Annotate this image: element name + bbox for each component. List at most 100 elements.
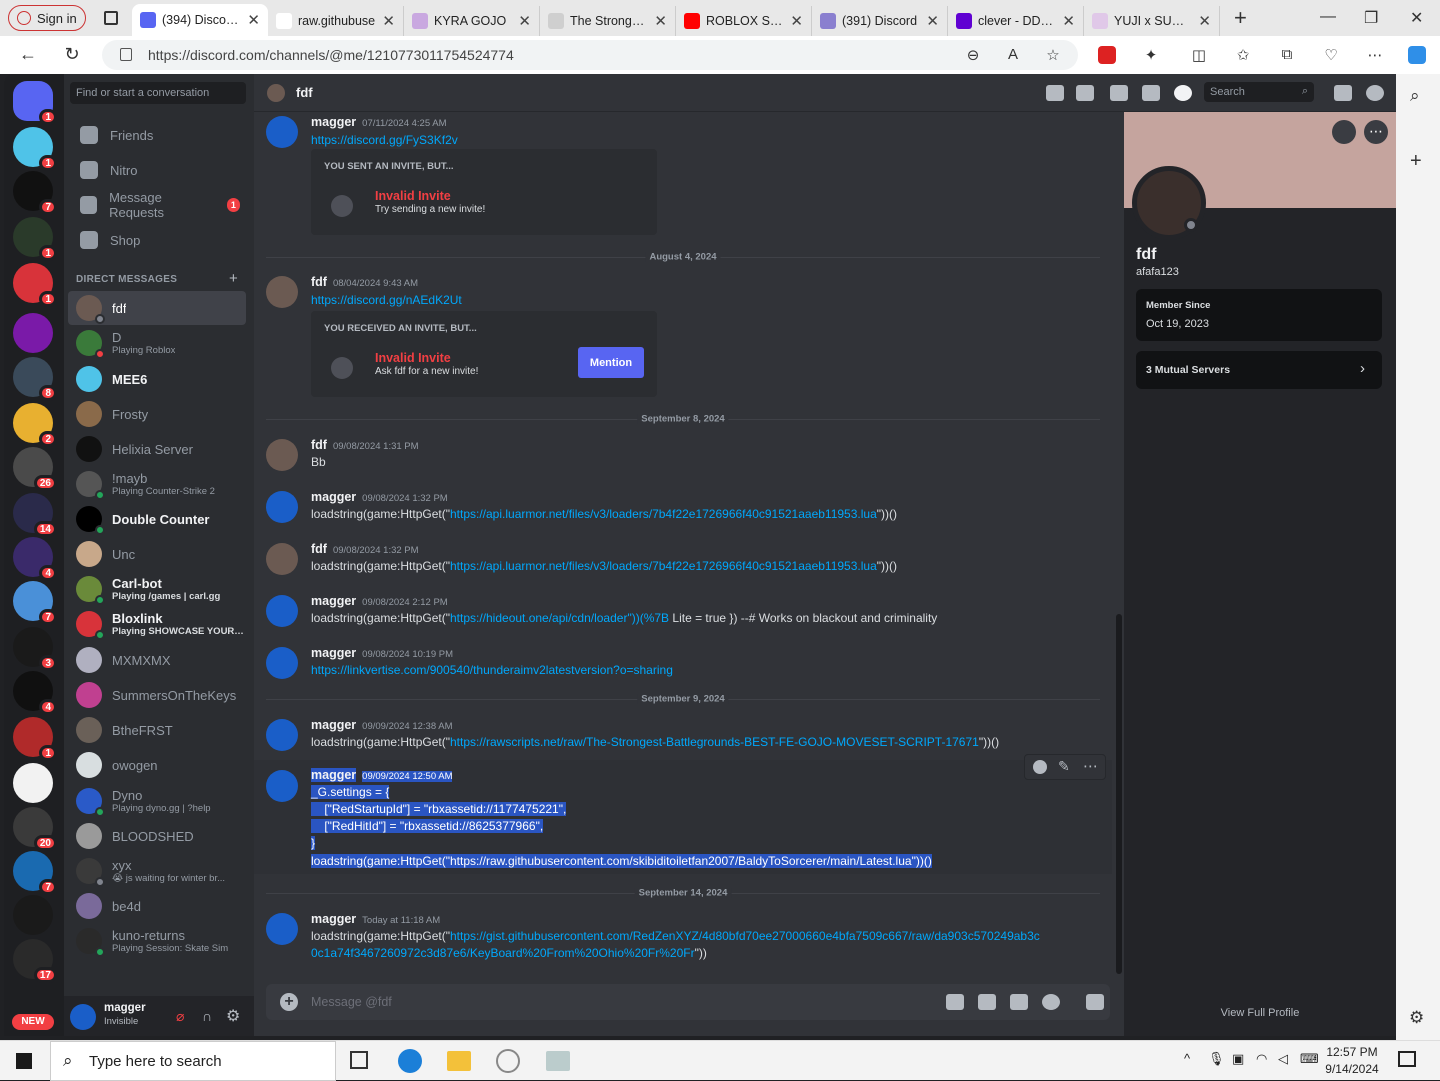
server-icon[interactable]: 1 (13, 717, 57, 761)
back-button[interactable]: ← (6, 44, 50, 65)
create-dm-icon[interactable]: + (229, 270, 238, 287)
app-taskbar-icon-2[interactable] (546, 1051, 570, 1071)
close-tab-icon[interactable]: ✕ (1198, 12, 1211, 30)
message-link[interactable]: https://linkvertise.com/900540/thunderai… (311, 663, 673, 677)
maximize-button[interactable]: ❐ (1364, 8, 1378, 28)
message-link[interactable]: %7B (644, 611, 669, 625)
profile-more-icon[interactable]: ⋯ (1364, 120, 1388, 144)
notifications-icon[interactable] (1398, 1051, 1416, 1067)
favorites-icon[interactable]: ✩ (1234, 46, 1252, 64)
emoji-icon[interactable] (1042, 994, 1060, 1010)
server-icon[interactable]: 1 (13, 263, 57, 307)
browser-tab[interactable]: The Strongest ✕ (540, 6, 676, 36)
add-friend-icon[interactable] (1332, 120, 1356, 144)
close-tab-icon[interactable]: ✕ (382, 12, 395, 30)
extension-icon[interactable] (1098, 46, 1116, 64)
server-icon[interactable]: 14 (13, 493, 57, 537)
dm-item[interactable]: fdf (68, 291, 246, 325)
task-view-icon[interactable] (350, 1051, 368, 1069)
clock-time[interactable]: 12:57 PM (1320, 1045, 1384, 1059)
author-avatar[interactable] (266, 719, 298, 751)
author-name[interactable]: magger (311, 768, 357, 782)
new-tab-button[interactable]: + (1234, 5, 1247, 31)
dm-item[interactable]: be4d (68, 889, 246, 923)
microphone-icon[interactable]: 🎙 (1208, 1051, 1225, 1067)
url-bar[interactable]: https://discord.com/channels/@me/1210773… (102, 40, 1078, 70)
close-tab-icon[interactable]: ✕ (518, 12, 531, 30)
server-icon[interactable]: 7 (13, 171, 57, 215)
volume-icon[interactable]: ◁ (1278, 1051, 1288, 1067)
browser-tab[interactable]: clever - DDC C ✕ (948, 6, 1084, 36)
extensions-puzzle-icon[interactable]: ✦ (1142, 46, 1160, 64)
user-profile-toggle-icon[interactable] (1174, 85, 1192, 101)
tray-chevron-icon[interactable]: ^ (1184, 1051, 1190, 1066)
close-tab-icon[interactable]: ✕ (1062, 12, 1075, 30)
dm-item[interactable]: xyx 😭 js waiting for winter br... (68, 854, 246, 888)
author-name[interactable]: fdf (311, 275, 327, 289)
close-tab-icon[interactable]: ✕ (654, 12, 667, 30)
add-friends-to-dm-icon[interactable] (1142, 85, 1160, 101)
direct-messages-home-icon[interactable]: 1 (13, 81, 57, 125)
dm-item[interactable]: Double Counter (68, 502, 246, 536)
dm-item[interactable]: Dyno Playing dyno.gg | ?help (68, 784, 246, 818)
user-settings-icon[interactable]: ⚙ (226, 1006, 242, 1025)
message-link[interactable]: 0c1a74f3467260972c3d87e6/KeyBoard%20From… (311, 946, 695, 960)
author-name[interactable]: fdf (311, 438, 327, 452)
help-icon[interactable] (1366, 85, 1384, 101)
sidebar-search-icon[interactable]: ⌕ (1410, 86, 1420, 106)
server-icon[interactable] (13, 895, 53, 935)
server-icon[interactable]: 26 (13, 447, 57, 491)
lock-icon[interactable] (120, 48, 132, 61)
message-link[interactable]: https://hideout.one/api/cdn/loader (450, 611, 627, 625)
sticker-icon[interactable] (1010, 994, 1028, 1010)
voice-call-icon[interactable] (1046, 85, 1064, 101)
taskbar-search-input[interactable]: ⌕ Type here to search (50, 1041, 336, 1081)
message-input[interactable]: Message @fdf (311, 995, 392, 1009)
author-avatar[interactable] (266, 116, 298, 148)
refresh-button[interactable]: ↻ (50, 44, 94, 65)
view-full-profile-link[interactable]: View Full Profile (1124, 1007, 1396, 1019)
author-avatar[interactable] (266, 913, 298, 945)
browser-tab[interactable]: (394) Discord | ✕ (132, 4, 268, 36)
author-avatar[interactable] (266, 595, 298, 627)
nav-friends[interactable]: Friends (72, 118, 246, 152)
chat-scrollbar[interactable] (1116, 614, 1122, 974)
ime-icon[interactable]: ⌨ (1300, 1051, 1319, 1067)
dm-item[interactable]: BtheFRST (68, 713, 246, 747)
collections-icon[interactable]: ⧉ (1278, 46, 1296, 64)
server-icon[interactable]: 17 (13, 939, 57, 983)
find-conversation-input[interactable]: Find or start a conversation (70, 82, 246, 104)
server-icon[interactable]: 4 (13, 537, 57, 581)
message-list[interactable]: magger 07/11/2024 4:25 AM https://discord… (254, 112, 1124, 982)
upload-plus-icon[interactable]: + (280, 993, 298, 1011)
server-icon[interactable]: 4 (13, 671, 57, 715)
windows-start-icon[interactable] (16, 1053, 32, 1069)
server-icon[interactable] (13, 763, 53, 803)
nav-nitro[interactable]: Nitro (72, 153, 246, 187)
message-link[interactable]: https://rawscripts.net/raw/The-Strongest… (450, 735, 979, 749)
dm-item[interactable]: MEE6 (68, 362, 246, 396)
pinned-messages-icon[interactable] (1110, 85, 1128, 101)
close-tab-icon[interactable]: ✕ (790, 12, 803, 30)
server-icon[interactable]: 8 (13, 357, 57, 401)
dm-item[interactable]: SummersOnTheKeys (68, 678, 246, 712)
message-link[interactable]: https://api.luarmor.net/files/v3/loaders… (450, 507, 877, 521)
video-call-icon[interactable] (1076, 85, 1094, 101)
message-link[interactable]: https://discord.gg/FyS3Kf2v (311, 133, 458, 147)
author-avatar[interactable] (266, 543, 298, 575)
inbox-icon[interactable] (1334, 85, 1352, 101)
headphones-icon[interactable]: ∩ (202, 1008, 216, 1024)
dm-item[interactable]: BLOODSHED (68, 819, 246, 853)
dm-item[interactable]: !mayb Playing Counter-Strike 2 (68, 467, 246, 501)
nav-shop[interactable]: Shop (72, 223, 246, 257)
author-avatar[interactable] (266, 770, 298, 802)
read-aloud-icon[interactable]: A (1004, 46, 1022, 64)
author-name[interactable]: magger (311, 115, 356, 129)
author-name[interactable]: magger (311, 718, 356, 732)
edit-icon[interactable]: ✎ (1058, 758, 1070, 775)
author-name[interactable]: fdf (311, 542, 327, 556)
message-link[interactable]: https://gist.githubusercontent.com/RedZe… (450, 929, 1040, 943)
dm-item[interactable]: Carl-bot Playing /games | carl.gg (68, 572, 246, 606)
close-window-button[interactable]: ✕ (1410, 8, 1423, 28)
author-name[interactable]: magger (311, 490, 356, 504)
